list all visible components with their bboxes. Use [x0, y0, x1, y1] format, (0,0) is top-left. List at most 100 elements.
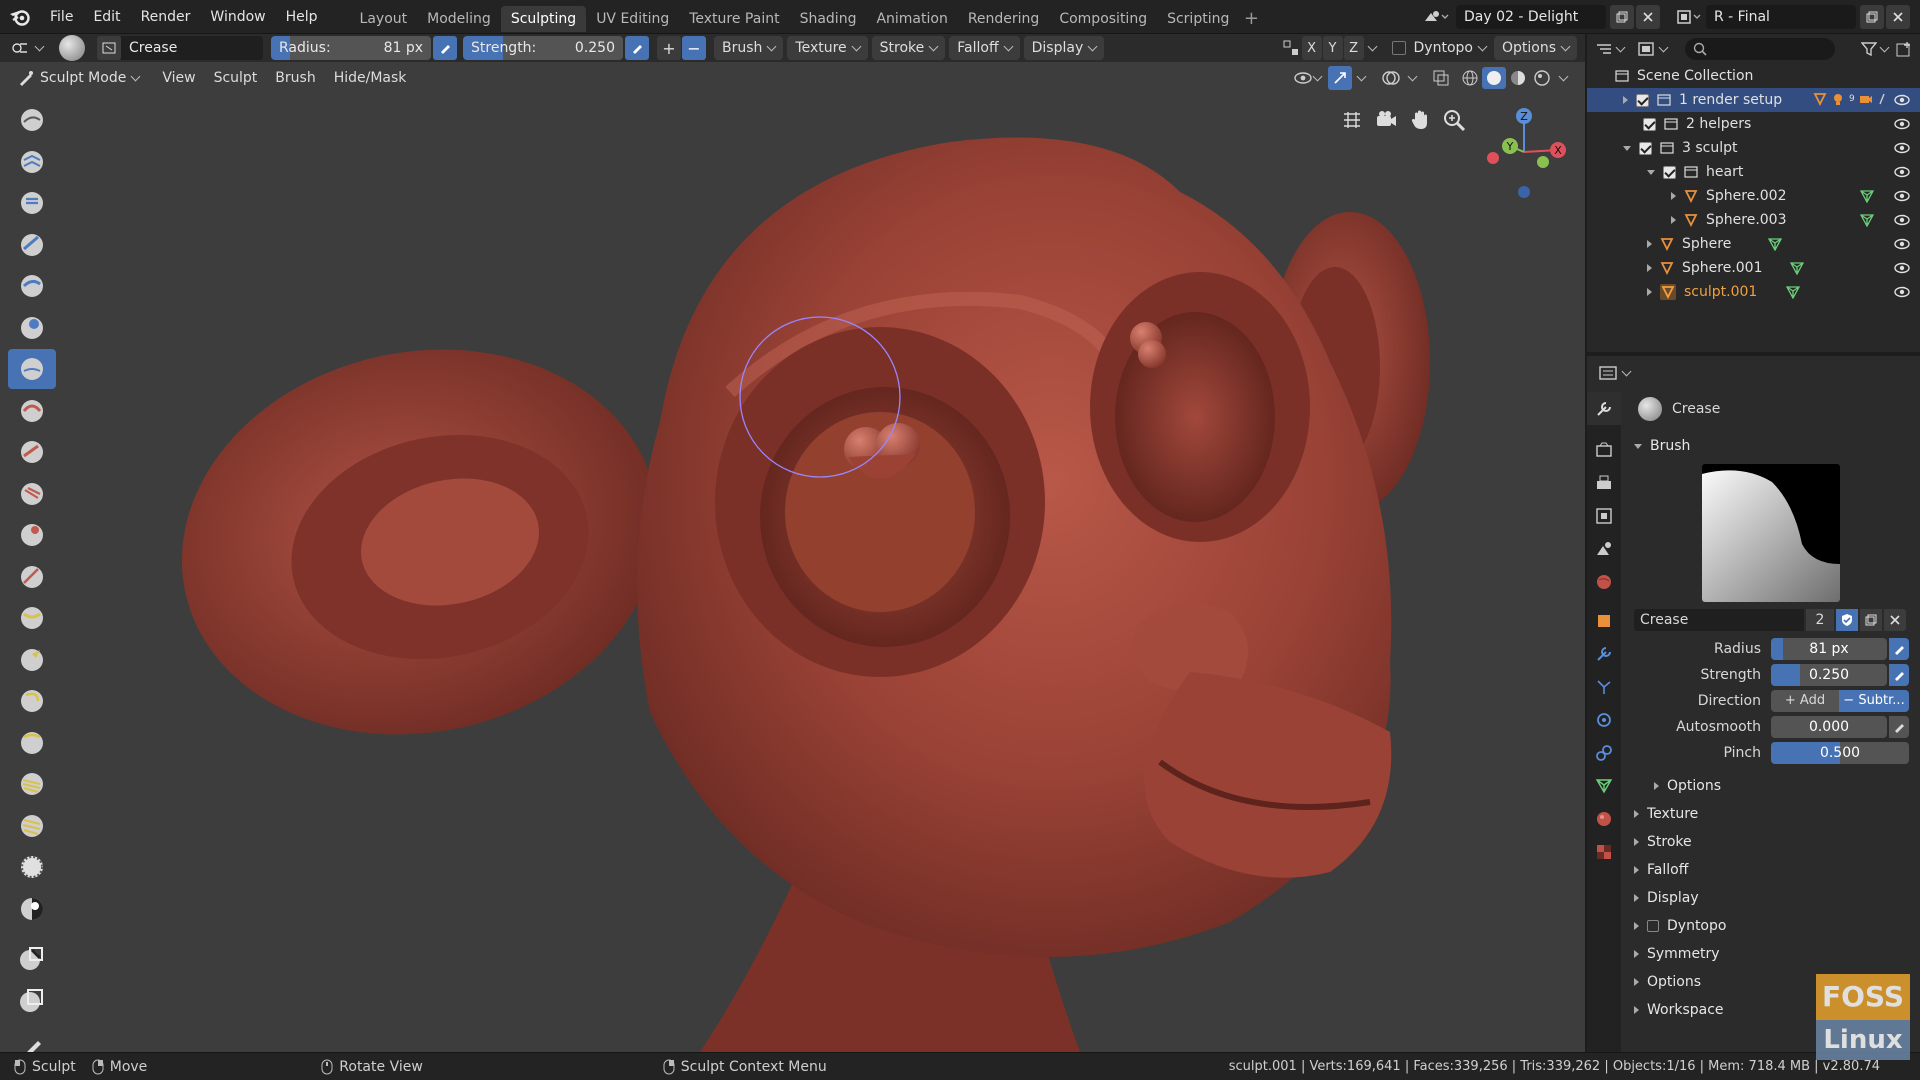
- stroke-dropdown[interactable]: Stroke: [871, 36, 946, 60]
- delete-scene-icon[interactable]: [1636, 4, 1660, 29]
- symmetry-y-toggle[interactable]: Y: [1322, 36, 1343, 60]
- tab-modifier-icon[interactable]: [1587, 637, 1621, 670]
- gizmo-dropdown-icon[interactable]: [1356, 71, 1367, 81]
- symmetry-x-toggle[interactable]: X: [1301, 36, 1322, 60]
- tab-sculpting[interactable]: Sculpting: [500, 5, 587, 32]
- tab-tool-icon[interactable]: [1587, 392, 1621, 425]
- brush-name-input[interactable]: Crease: [1634, 609, 1804, 631]
- outliner-row-sphere-001[interactable]: Sphere.001: [1587, 256, 1920, 280]
- rotate-tool-icon[interactable]: [8, 806, 56, 846]
- outliner-row-heart[interactable]: heart: [1587, 160, 1920, 184]
- grid-view-icon[interactable]: [1340, 108, 1364, 132]
- expand-arrow-icon[interactable]: [1623, 96, 1628, 104]
- outliner-editor-type-icon[interactable]: [1595, 42, 1626, 56]
- collapse-arrow-icon[interactable]: [1623, 145, 1631, 151]
- box-mask-tool-icon[interactable]: [8, 980, 56, 1020]
- dyntopo-dropdown[interactable]: Dyntopo: [1406, 36, 1494, 60]
- shading-material-icon[interactable]: [1506, 70, 1530, 86]
- menu-render[interactable]: Render: [131, 0, 201, 34]
- new-scene-icon[interactable]: [1610, 4, 1634, 29]
- duplicate-brush-icon[interactable]: [1860, 609, 1882, 631]
- symmetry-z-toggle[interactable]: Z: [1343, 36, 1364, 60]
- menu-sculpt[interactable]: Sculpt: [205, 66, 267, 90]
- display-panel-header[interactable]: Display: [1626, 884, 1916, 912]
- outliner-row-sphere[interactable]: Sphere: [1587, 232, 1920, 256]
- tab-output-icon[interactable]: [1587, 466, 1621, 499]
- dyntopo-panel-checkbox[interactable]: [1647, 920, 1659, 932]
- exclude-checkbox[interactable]: [1636, 93, 1649, 107]
- sculpt-model-monkey-head[interactable]: [0, 62, 1585, 1052]
- tab-particles-icon[interactable]: [1587, 670, 1621, 703]
- menu-hide-mask[interactable]: Hide/Mask: [325, 66, 416, 90]
- flatten-tool-icon[interactable]: [8, 474, 56, 514]
- axis-gizmo[interactable]: Z X Y: [1480, 104, 1570, 204]
- tab-rendering[interactable]: Rendering: [958, 6, 1050, 32]
- visibility-eye-icon[interactable]: [1894, 117, 1910, 131]
- direction-subtract-button[interactable]: − Subtr...: [1839, 690, 1909, 712]
- tab-object-icon[interactable]: [1587, 604, 1621, 637]
- visibility-eye-icon[interactable]: [1894, 93, 1910, 107]
- tab-modeling[interactable]: Modeling: [417, 6, 501, 32]
- new-collection-icon[interactable]: [1896, 41, 1912, 57]
- visibility-eye-icon[interactable]: [1894, 237, 1910, 251]
- tab-render-icon[interactable]: [1587, 433, 1621, 466]
- shading-wireframe-icon[interactable]: [1458, 70, 1482, 86]
- fake-user-shield-icon[interactable]: [1836, 609, 1858, 631]
- grab-tool-icon[interactable]: [8, 640, 56, 680]
- tab-layout[interactable]: Layout: [350, 6, 418, 32]
- collapse-arrow-icon[interactable]: [1647, 169, 1655, 175]
- visibility-eye-icon[interactable]: [1894, 213, 1910, 227]
- options-subpanel-header[interactable]: Options: [1626, 772, 1916, 800]
- pan-view-icon[interactable]: [1408, 108, 1432, 132]
- symmetry-icon[interactable]: [1280, 37, 1302, 59]
- tab-texture-paint[interactable]: Texture Paint: [679, 6, 789, 32]
- visibility-eye-icon[interactable]: [1894, 261, 1910, 275]
- fill-tool-icon[interactable]: [8, 515, 56, 555]
- shading-solid-icon[interactable]: [1482, 67, 1506, 89]
- outliner-row-helpers[interactable]: 2 helpers: [1587, 112, 1920, 136]
- tab-material-icon[interactable]: [1587, 802, 1621, 835]
- tab-uv-editing[interactable]: UV Editing: [586, 6, 679, 32]
- tab-compositing[interactable]: Compositing: [1049, 6, 1157, 32]
- crease-tool-icon[interactable]: [8, 349, 56, 389]
- dyntopo-panel-header[interactable]: Dyntopo: [1626, 912, 1916, 940]
- brush-panel-header[interactable]: Brush: [1626, 432, 1916, 460]
- autosmooth-slider[interactable]: 0.000: [1771, 716, 1887, 738]
- outliner-row-sculpt-001[interactable]: sculpt.001: [1587, 280, 1920, 304]
- mask-tool-icon[interactable]: [8, 889, 56, 929]
- box-hide-tool-icon[interactable]: [8, 938, 56, 978]
- expand-arrow-icon[interactable]: [1647, 240, 1652, 248]
- brush-dropdown[interactable]: Brush: [714, 36, 784, 60]
- shading-rendered-icon[interactable]: [1530, 70, 1554, 86]
- clay-tool-icon[interactable]: [8, 183, 56, 223]
- expand-arrow-icon[interactable]: [1671, 192, 1676, 200]
- visibility-eye-icon[interactable]: [1894, 285, 1910, 299]
- simplify-tool-icon[interactable]: [8, 847, 56, 887]
- tab-mesh-data-icon[interactable]: [1587, 769, 1621, 802]
- visibility-eye-icon[interactable]: [1894, 165, 1910, 179]
- stroke-panel-header[interactable]: Stroke: [1626, 828, 1916, 856]
- radius-pressure-icon[interactable]: [433, 36, 457, 60]
- falloff-panel-header[interactable]: Falloff: [1626, 856, 1916, 884]
- unlink-brush-icon[interactable]: [1884, 609, 1906, 631]
- nudge-tool-icon[interactable]: [8, 764, 56, 804]
- direction-add-button[interactable]: +: [657, 36, 681, 60]
- delete-view-layer-icon[interactable]: [1886, 4, 1910, 29]
- direction-add-button[interactable]: + Add: [1771, 690, 1839, 712]
- sculpt-mode-dropdown[interactable]: Sculpt Mode: [10, 66, 147, 90]
- shading-dropdown-icon[interactable]: [1558, 71, 1569, 81]
- display-dropdown[interactable]: Display: [1023, 36, 1105, 60]
- expand-arrow-icon[interactable]: [1647, 288, 1652, 296]
- tab-physics-icon[interactable]: [1587, 703, 1621, 736]
- tab-view-layer-icon[interactable]: [1587, 499, 1621, 532]
- strength-pressure-icon[interactable]: [625, 36, 649, 60]
- options-dropdown[interactable]: Options: [1493, 36, 1577, 60]
- texture-dropdown[interactable]: Texture: [787, 36, 868, 60]
- falloff-dropdown[interactable]: Falloff: [949, 36, 1020, 60]
- thumb-tool-icon[interactable]: [8, 723, 56, 763]
- scene-icon[interactable]: [1416, 9, 1456, 25]
- tab-constraints-icon[interactable]: [1587, 736, 1621, 769]
- symmetry-dropdown-icon[interactable]: [1364, 41, 1382, 51]
- smooth-tool-icon[interactable]: [8, 432, 56, 472]
- exclude-checkbox[interactable]: [1643, 117, 1656, 131]
